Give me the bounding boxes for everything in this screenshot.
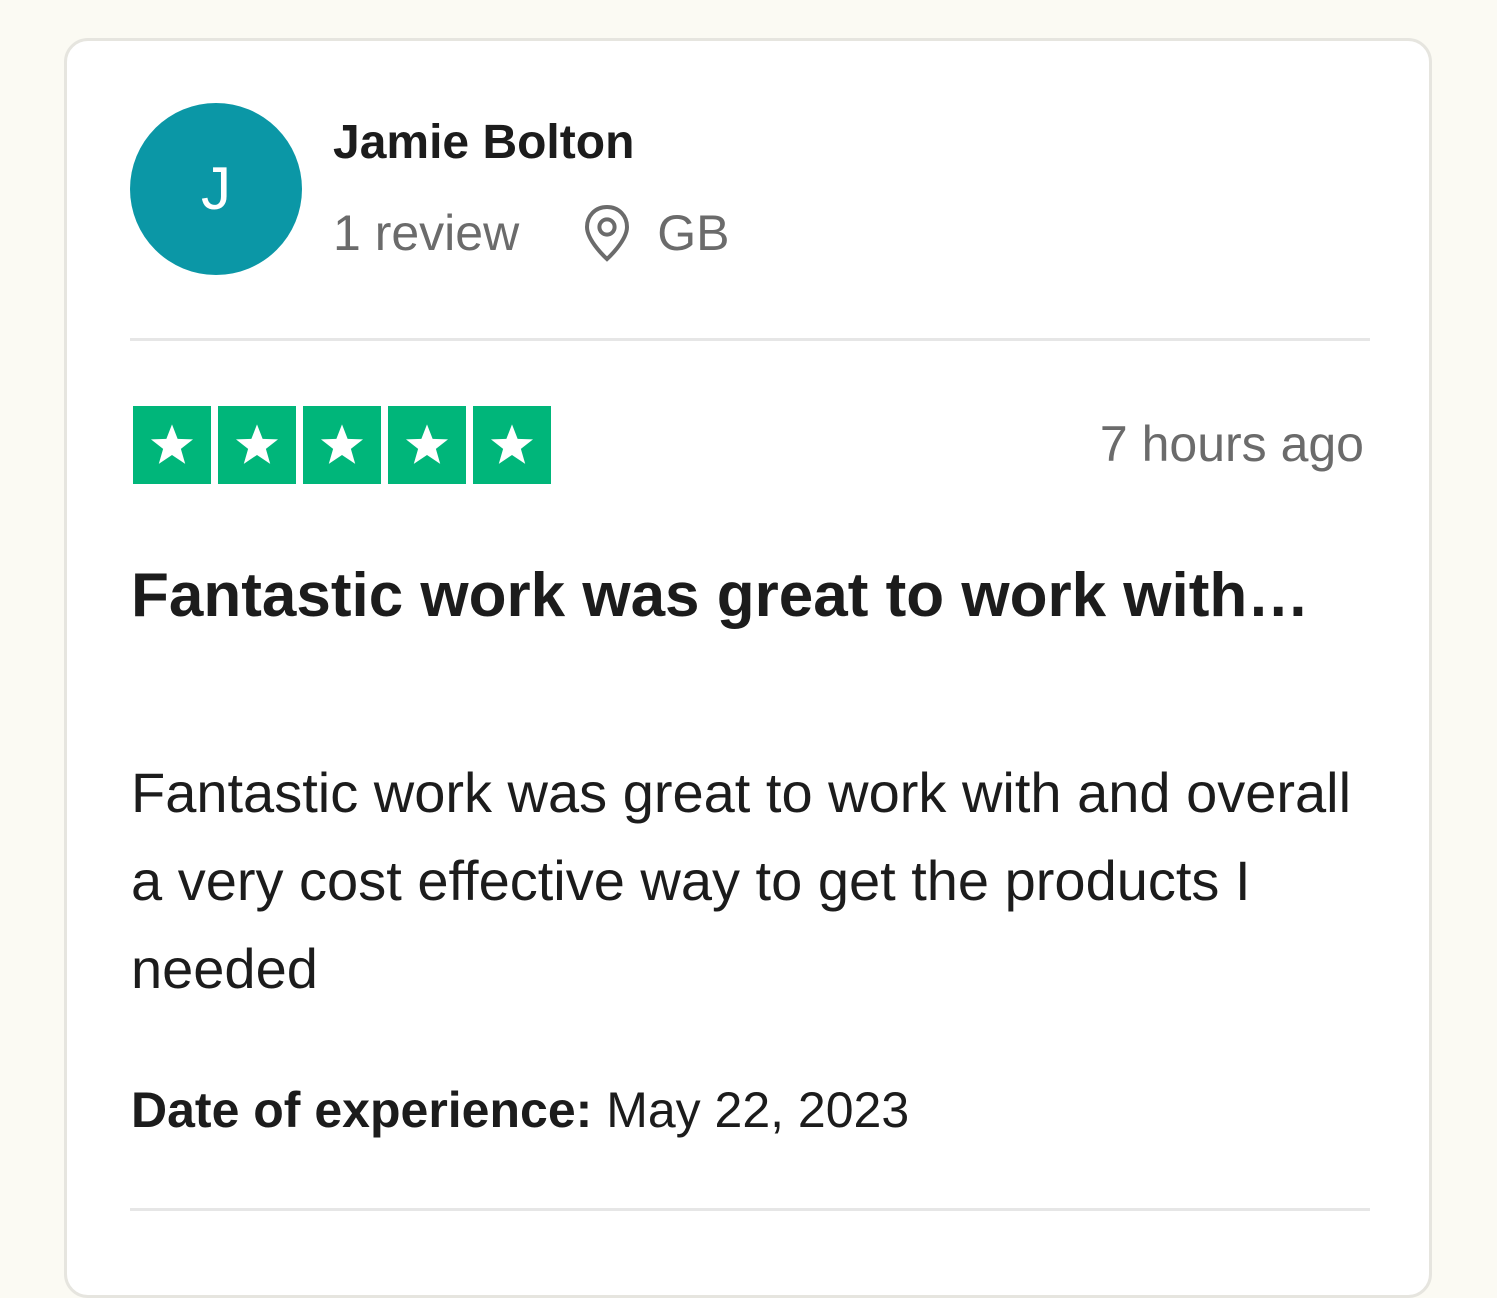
review-timestamp: 7 hours ago: [1099, 416, 1364, 472]
date-of-experience-label: Date of experience:: [131, 1082, 593, 1138]
star-icon: [133, 406, 211, 484]
review-body: Fantastic work was great to work with an…: [131, 761, 1352, 1000]
star-icon: [473, 406, 551, 484]
date-of-experience-value: May 22, 2023: [606, 1082, 910, 1138]
reviewer-name[interactable]: Jamie Bolton: [333, 115, 634, 170]
review-title[interactable]: Fantastic work was great to work with…: [131, 553, 1331, 639]
avatar[interactable]: J: [130, 103, 302, 275]
star-icon: [388, 406, 466, 484]
review-card: J Jamie Bolton 1 review GB 7 hours ago F…: [64, 38, 1432, 1298]
star-rating: [133, 406, 551, 484]
reviewer-meta: 1 review GB: [333, 201, 729, 265]
star-icon: [303, 406, 381, 484]
reviewer-country: GB: [657, 205, 730, 261]
divider: [130, 1208, 1370, 1211]
map-pin-icon: [581, 203, 633, 263]
divider: [130, 338, 1370, 341]
review-count: 1 review: [333, 205, 520, 261]
star-icon: [218, 406, 296, 484]
date-of-experience: Date of experience: May 22, 2023: [131, 1081, 909, 1139]
